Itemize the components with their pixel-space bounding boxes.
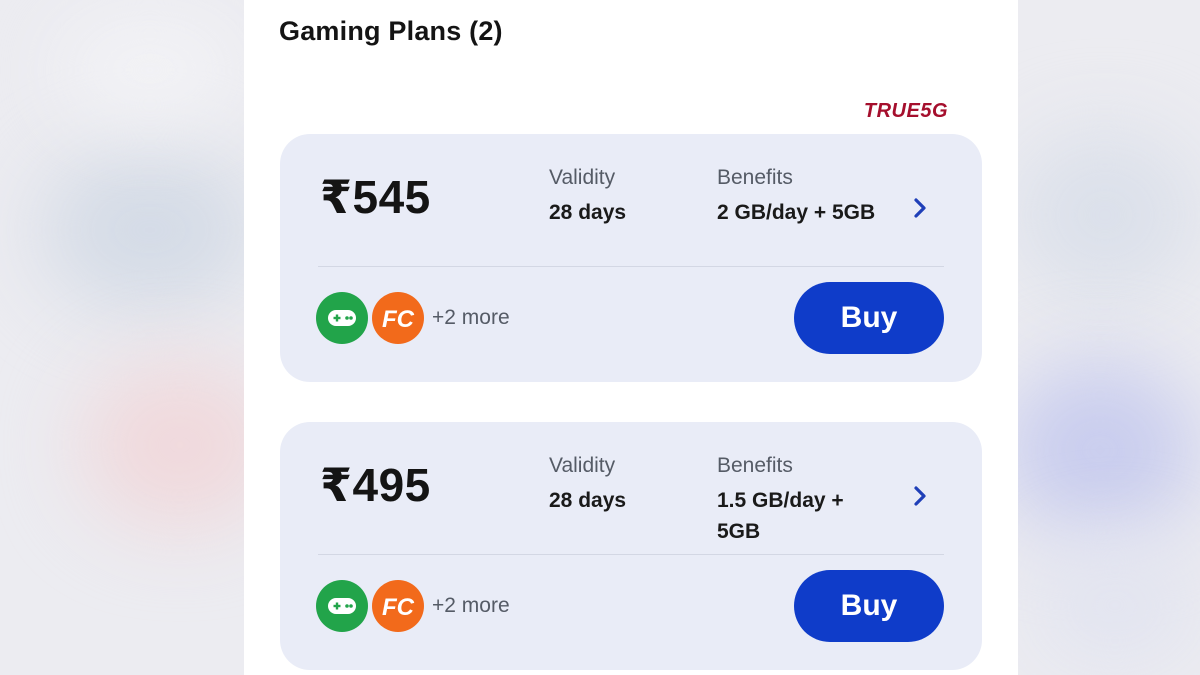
more-benefits-text[interactable]: +2 more	[432, 306, 510, 330]
plans-panel: Gaming Plans (2) TRUE5G ₹545 Validity 28…	[244, 0, 1018, 675]
plan-price: ₹545	[320, 171, 431, 223]
validity-label: Validity	[549, 454, 616, 477]
svg-text:FC: FC	[382, 594, 415, 621]
chevron-right-icon[interactable]	[908, 196, 932, 220]
divider	[318, 554, 944, 555]
fc-icon: FC	[372, 580, 424, 632]
gamepad-icon	[316, 292, 368, 344]
benefits-value: 1.5 GB/day + 5GB	[717, 489, 844, 543]
validity-value: 28 days	[549, 489, 627, 512]
buy-button[interactable]: Buy	[794, 570, 944, 642]
plan-card[interactable]: ₹545 Validity 28 days Benefits 2 GB/day …	[280, 134, 982, 382]
validity-label: Validity	[549, 166, 616, 189]
validity-value: 28 days	[549, 201, 627, 224]
true5g-badge: TRUE5G	[863, 100, 948, 122]
plan-card[interactable]: ₹495 Validity 28 days Benefits 1.5 GB/da…	[280, 422, 982, 670]
chevron-right-icon[interactable]	[908, 484, 932, 508]
svg-text:FC: FC	[382, 306, 415, 333]
gamepad-icon	[316, 580, 368, 632]
section-title: Gaming Plans (2)	[279, 16, 503, 46]
buy-button[interactable]: Buy	[794, 282, 944, 354]
plan-price: ₹495	[320, 459, 431, 511]
benefits-label: Benefits	[717, 454, 793, 477]
benefits-value: 2 GB/day + 5GB	[717, 201, 876, 224]
divider	[318, 266, 944, 267]
benefits-label: Benefits	[717, 166, 793, 189]
more-benefits-text[interactable]: +2 more	[432, 594, 510, 618]
fc-icon: FC	[372, 292, 424, 344]
